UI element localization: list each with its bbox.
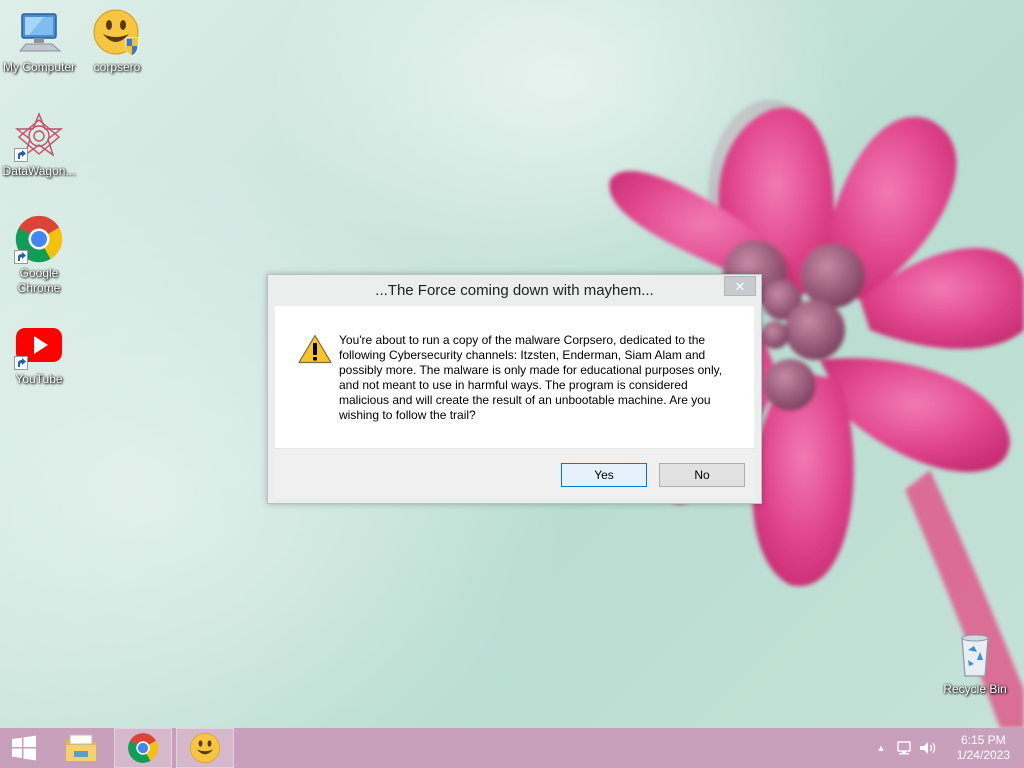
taskbar: ▲ 6:15 PM 1/24/2023: [0, 728, 1024, 768]
clock[interactable]: 6:15 PM 1/24/2023: [957, 733, 1010, 763]
desktop-icon-label: YouTube: [15, 372, 63, 386]
computer-icon: [14, 8, 64, 58]
close-button[interactable]: ✕: [724, 276, 756, 296]
desktop-icon-label: Recycle Bin: [943, 682, 1007, 696]
chevron-up-icon[interactable]: ▲: [874, 743, 888, 753]
desktop-icon-youtube[interactable]: YouTube: [0, 320, 78, 387]
clock-date: 1/24/2023: [956, 748, 1010, 762]
desktop-icon-label: Google Chrome: [17, 266, 61, 295]
taskbar-google-chrome[interactable]: [114, 728, 172, 768]
folder-icon: [66, 734, 96, 761]
warning-icon: [298, 334, 332, 364]
warning-dialog: ...The Force coming down with mayhem... …: [267, 274, 762, 504]
system-tray: ▲: [874, 728, 938, 768]
youtube-icon: [14, 320, 64, 370]
dialog-body: You're about to run a copy of the malwar…: [275, 306, 754, 448]
close-icon: ✕: [734, 278, 746, 294]
dialog-title: ...The Force coming down with mayhem...: [375, 282, 654, 299]
shortcut-arrow-icon: [14, 148, 28, 162]
desktop-icon-label: My Computer: [2, 60, 76, 74]
dialog-content: You're about to run a copy of the malwar…: [275, 306, 754, 498]
smiley-icon: [189, 732, 221, 764]
recycle-bin-icon: [950, 630, 1000, 680]
dialog-message: You're about to run a copy of the malwar…: [339, 333, 723, 422]
datawagon-icon: [14, 112, 64, 162]
desktop-icon-label: corpsero: [93, 60, 141, 74]
shortcut-arrow-icon: [14, 250, 28, 264]
desktop-icon-corpsero[interactable]: corpsero: [78, 8, 156, 75]
chrome-icon: [14, 214, 64, 264]
start-button[interactable]: [0, 728, 48, 768]
yes-button[interactable]: Yes: [561, 463, 647, 487]
network-icon[interactable]: [896, 740, 914, 756]
taskbar-file-explorer[interactable]: [52, 728, 110, 768]
chrome-icon: [128, 733, 158, 763]
volume-icon[interactable]: [918, 740, 938, 756]
desktop-icon-label: DataWagon...: [2, 164, 76, 178]
clock-time: 6:15 PM: [960, 733, 1006, 747]
no-button[interactable]: No: [659, 463, 745, 487]
dialog-title-bar[interactable]: ...The Force coming down with mayhem... …: [268, 275, 761, 306]
desktop-icon-recycle-bin[interactable]: Recycle Bin: [936, 630, 1014, 697]
windows-start-icon: [12, 735, 36, 761]
desktop-icon-my-computer[interactable]: My Computer: [0, 8, 78, 75]
desktop-icon-google-chrome[interactable]: Google Chrome: [0, 214, 78, 296]
taskbar-corpsero[interactable]: [176, 728, 234, 768]
shortcut-arrow-icon: [14, 356, 28, 370]
desktop-icon-datawagon[interactable]: DataWagon...: [0, 112, 78, 179]
smiley-shield-icon: [92, 8, 142, 58]
dialog-button-area: Yes No: [275, 448, 754, 498]
